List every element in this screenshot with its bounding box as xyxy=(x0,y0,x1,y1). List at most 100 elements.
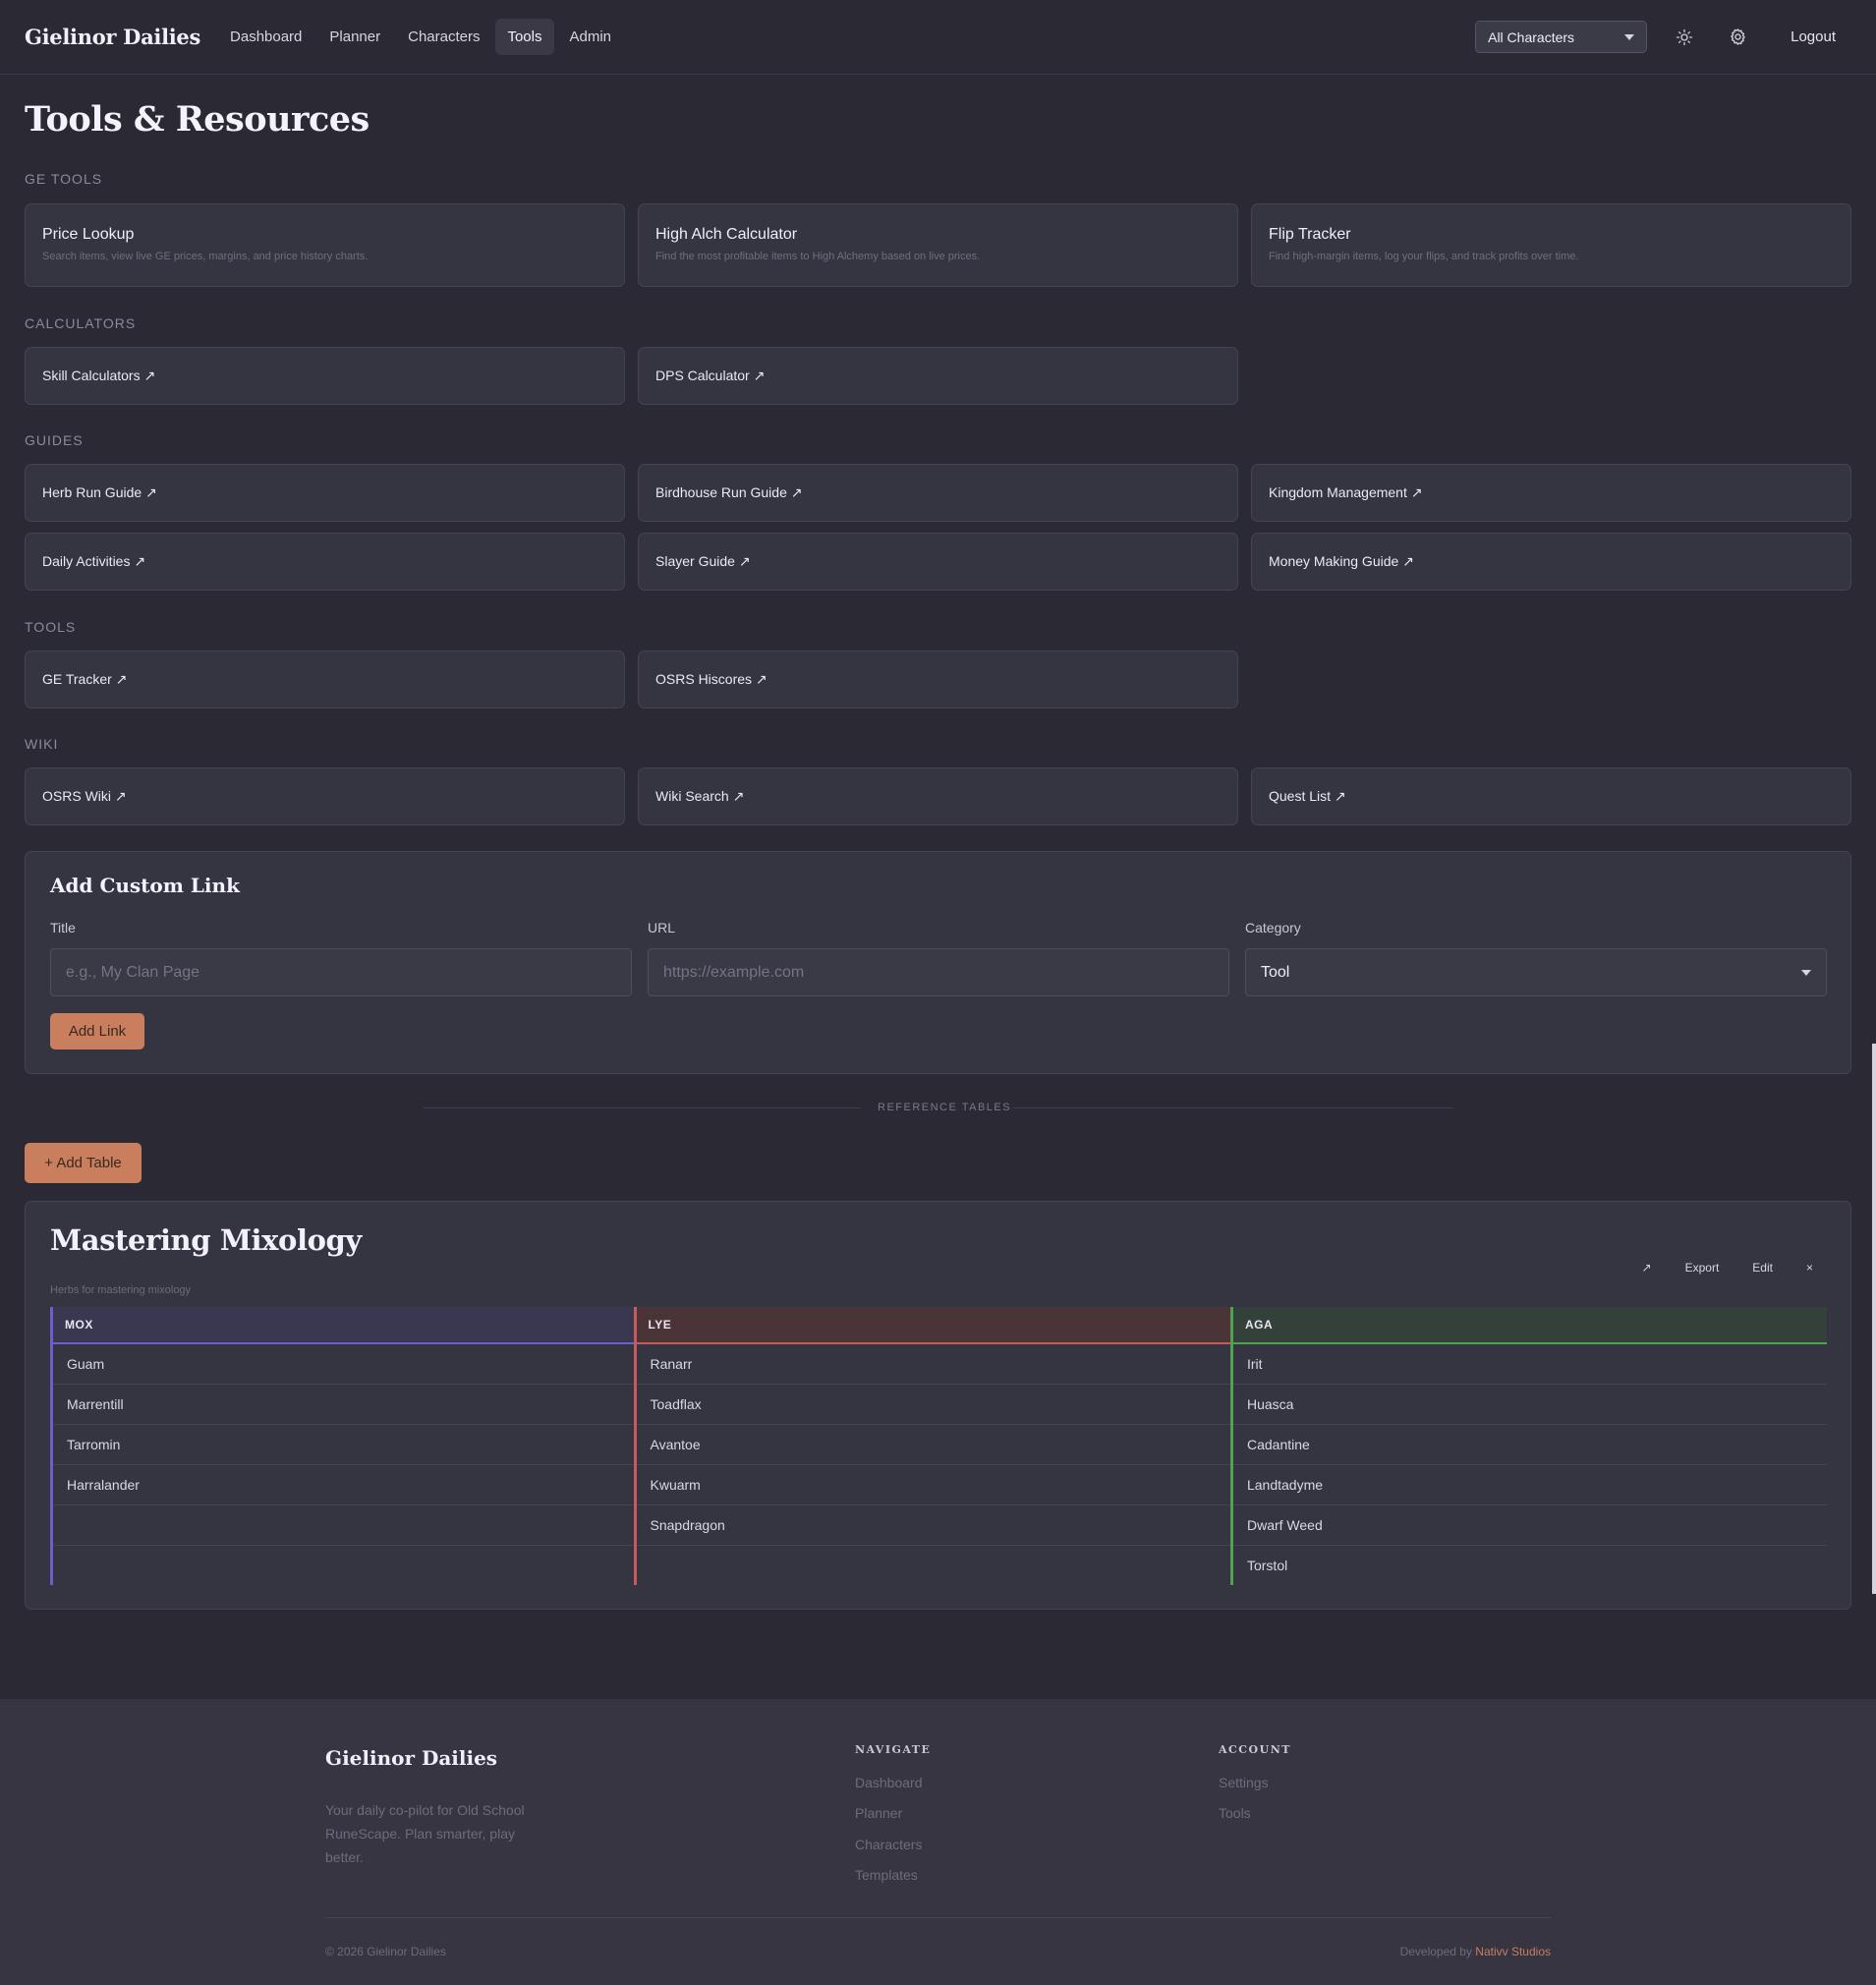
link-card-skill-calculators[interactable]: Skill Calculators ↗ xyxy=(25,347,625,405)
site-footer: Gielinor Dailies Your daily co-pilot for… xyxy=(0,1699,1876,1985)
table-title: Mastering Mixology xyxy=(50,1223,362,1257)
footer-link-dashboard[interactable]: Dashboard xyxy=(855,1775,923,1790)
brand-logo[interactable]: Gielinor Dailies xyxy=(25,25,200,49)
category-select[interactable]: Tool xyxy=(1245,948,1827,996)
link-card-ge-tracker[interactable]: GE Tracker ↗ xyxy=(25,651,625,709)
main-nav: Dashboard Planner Characters Tools Admin xyxy=(218,19,623,55)
table-cell: Toadflax xyxy=(633,1384,1232,1425)
footer-link-characters[interactable]: Characters xyxy=(855,1837,922,1852)
card-description: Find the most profitable items to High A… xyxy=(655,251,981,262)
character-select-value: All Characters xyxy=(1488,28,1575,45)
nav-planner[interactable]: Planner xyxy=(317,19,392,55)
page-title: Tools & Resources xyxy=(25,99,370,140)
edit-button[interactable]: Edit xyxy=(1752,1261,1773,1275)
reference-table-card: Mastering Mixology Herbs for mastering m… xyxy=(25,1201,1851,1610)
add-link-button[interactable]: Add Link xyxy=(50,1013,144,1049)
sun-icon xyxy=(1676,28,1693,45)
header-actions: All Characters Logout xyxy=(1475,21,1851,53)
nav-tools[interactable]: Tools xyxy=(495,19,554,55)
link-card-daily-activities[interactable]: Daily Activities ↗ xyxy=(25,533,625,591)
table-header-row: MOX LYE AGA xyxy=(50,1307,1827,1344)
theme-toggle-button[interactable] xyxy=(1669,22,1700,53)
table-actions: ↗ Export Edit × xyxy=(1642,1261,1813,1275)
table-row: Tarromin Avantoe Cadantine xyxy=(50,1424,1827,1465)
section-label-tools: TOOLS xyxy=(25,619,77,635)
add-custom-link-panel: Add Custom Link Title URL Category Tool … xyxy=(25,851,1851,1074)
card-description: Search items, view live GE prices, margi… xyxy=(42,251,369,262)
section-label-wiki: WIKI xyxy=(25,736,59,752)
section-label-ge-tools: GE TOOLS xyxy=(25,171,103,187)
table-cell: Avantoe xyxy=(633,1424,1232,1465)
footer-developer-credit: Developed by Nativv Studios xyxy=(1400,1945,1551,1958)
link-card-money-making-guide[interactable]: Money Making Guide ↗ xyxy=(1251,533,1851,591)
link-card-slayer-guide[interactable]: Slayer Guide ↗ xyxy=(638,533,1238,591)
gear-icon xyxy=(1730,28,1745,45)
link-card-dps-calculator[interactable]: DPS Calculator ↗ xyxy=(638,347,1238,405)
url-field-label: URL xyxy=(648,920,676,936)
column-header-mox: MOX xyxy=(50,1307,635,1344)
title-field[interactable] xyxy=(50,948,632,996)
top-navbar: Gielinor Dailies Dashboard Planner Chara… xyxy=(0,0,1876,75)
reference-tables-divider: REFERENCE TABLES xyxy=(878,1102,1012,1113)
footer-link-tools[interactable]: Tools xyxy=(1219,1805,1251,1821)
nav-dashboard[interactable]: Dashboard xyxy=(218,19,313,55)
link-card-birdhouse-run-guide[interactable]: Birdhouse Run Guide ↗ xyxy=(638,464,1238,522)
card-title: Flip Tracker xyxy=(1269,226,1351,243)
open-external-button[interactable]: ↗ xyxy=(1642,1261,1652,1275)
table-row: Guam Ranarr Irit xyxy=(50,1343,1827,1385)
tool-card-flip-tracker[interactable]: Flip Tracker Find high-margin items, log… xyxy=(1251,203,1851,287)
category-field-label: Category xyxy=(1245,920,1301,936)
table-cell: Irit xyxy=(1229,1343,1827,1385)
logout-button[interactable]: Logout xyxy=(1775,21,1851,53)
footer-account-title: ACCOUNT xyxy=(1219,1743,1291,1756)
url-field[interactable] xyxy=(648,948,1229,996)
card-description: Find high-margin items, log your flips, … xyxy=(1269,251,1579,262)
section-label-calculators: CALCULATORS xyxy=(25,315,137,331)
link-card-osrs-hiscores[interactable]: OSRS Hiscores ↗ xyxy=(638,651,1238,709)
table-cell: Kwuarm xyxy=(633,1464,1232,1505)
footer-link-templates[interactable]: Templates xyxy=(855,1867,918,1883)
card-title: Price Lookup xyxy=(42,226,135,243)
tool-card-high-alch-calculator[interactable]: High Alch Calculator Find the most profi… xyxy=(638,203,1238,287)
link-card-osrs-wiki[interactable]: OSRS Wiki ↗ xyxy=(25,767,625,825)
delete-table-button[interactable]: × xyxy=(1806,1261,1813,1275)
table-row: Torstol xyxy=(50,1545,1827,1585)
table-cell: Huasca xyxy=(1229,1384,1827,1425)
mixology-table: MOX LYE AGA Guam Ranarr Irit Marrentill … xyxy=(50,1307,1827,1585)
column-header-aga: AGA xyxy=(1229,1307,1827,1344)
panel-title: Add Custom Link xyxy=(50,874,240,897)
table-row: Marrentill Toadflax Huasca xyxy=(50,1384,1827,1425)
page-scrollbar[interactable] xyxy=(1872,1044,1876,1594)
footer-link-planner[interactable]: Planner xyxy=(855,1805,902,1821)
settings-button[interactable] xyxy=(1722,22,1753,53)
add-table-button[interactable]: + Add Table xyxy=(25,1143,142,1183)
divider-line-left xyxy=(424,1107,861,1108)
divider-line-right xyxy=(1013,1107,1453,1108)
table-cell xyxy=(50,1545,635,1585)
table-cell: Landtadyme xyxy=(1229,1464,1827,1505)
table-cell: Guam xyxy=(50,1343,635,1385)
footer-brand: Gielinor Dailies xyxy=(325,1746,498,1770)
link-card-wiki-search[interactable]: Wiki Search ↗ xyxy=(638,767,1238,825)
export-button[interactable]: Export xyxy=(1685,1261,1720,1275)
footer-tagline: Your daily co-pilot for Old School RuneS… xyxy=(325,1802,525,1865)
table-cell xyxy=(633,1545,1232,1585)
chevron-down-icon xyxy=(1801,969,1811,976)
character-select[interactable]: All Characters xyxy=(1475,21,1648,53)
table-subtitle: Herbs for mastering mixology xyxy=(50,1284,192,1296)
footer-link-settings[interactable]: Settings xyxy=(1219,1775,1269,1790)
table-cell xyxy=(50,1504,635,1546)
studio-link[interactable]: Nativv Studios xyxy=(1475,1945,1551,1958)
title-input[interactable] xyxy=(66,963,616,982)
table-row: Snapdragon Dwarf Weed xyxy=(50,1504,1827,1546)
link-card-kingdom-management[interactable]: Kingdom Management ↗ xyxy=(1251,464,1851,522)
nav-characters[interactable]: Characters xyxy=(396,19,491,55)
link-card-herb-run-guide[interactable]: Herb Run Guide ↗ xyxy=(25,464,625,522)
nav-admin[interactable]: Admin xyxy=(558,19,624,55)
chevron-down-icon xyxy=(1624,33,1635,40)
table-cell: Cadantine xyxy=(1229,1424,1827,1465)
table-cell: Dwarf Weed xyxy=(1229,1504,1827,1546)
url-input[interactable] xyxy=(663,963,1214,982)
tool-card-price-lookup[interactable]: Price Lookup Search items, view live GE … xyxy=(25,203,625,287)
link-card-quest-list[interactable]: Quest List ↗ xyxy=(1251,767,1851,825)
